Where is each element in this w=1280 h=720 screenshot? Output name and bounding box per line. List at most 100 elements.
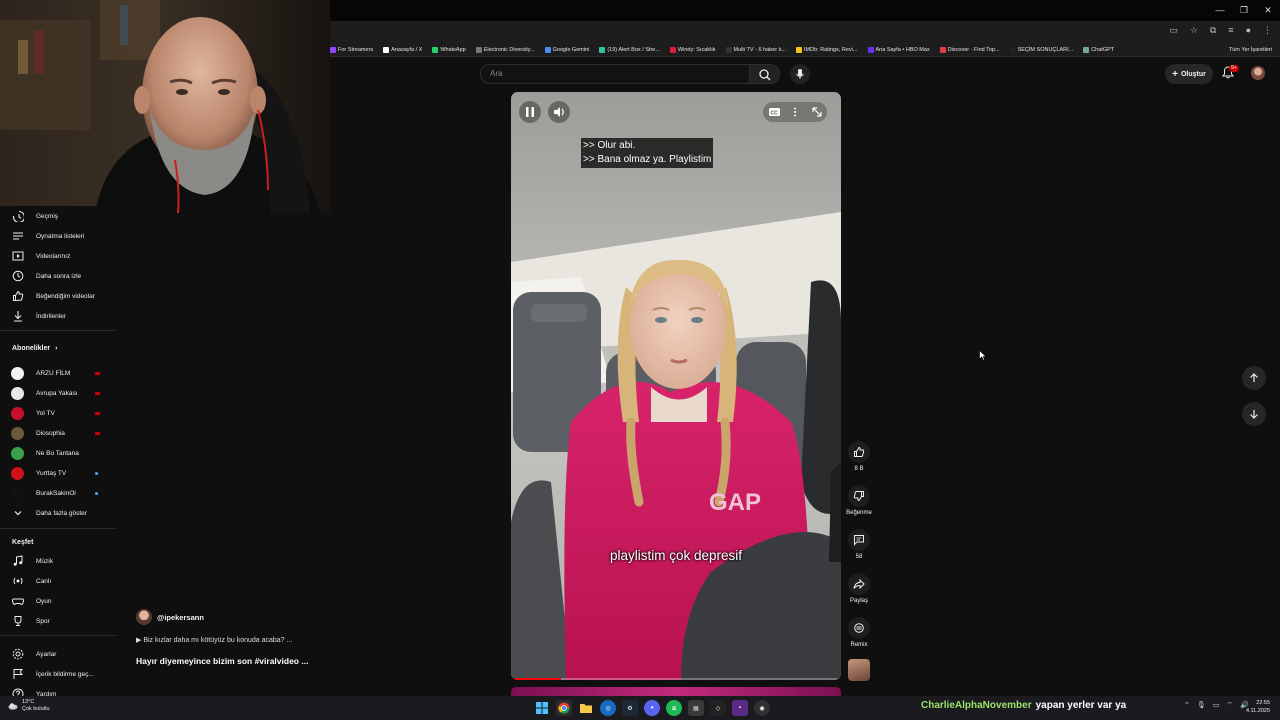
captions-icon[interactable]: CC	[769, 108, 780, 117]
remix-button[interactable]	[848, 617, 870, 639]
install-app-icon[interactable]: ▭	[1169, 25, 1178, 36]
channel-avatar[interactable]	[136, 609, 152, 625]
voice-search-button[interactable]	[790, 64, 810, 84]
obs-icon[interactable]: ◉	[754, 700, 770, 716]
bookmark-item[interactable]: Google Gemini	[544, 46, 589, 53]
sidebar-subscription[interactable]: Ne Bu Tantana	[0, 443, 116, 463]
windows-start-icon[interactable]	[534, 700, 550, 716]
tray-expand-icon[interactable]: ⌃	[1184, 701, 1190, 710]
app-blue-icon[interactable]: ◎	[600, 700, 616, 716]
like-button[interactable]	[848, 441, 870, 463]
extensions-icon[interactable]: ⧉	[1210, 25, 1216, 36]
sidebar-item-gaming[interactable]: Oyun	[0, 591, 116, 611]
show-more-button[interactable]: Daha fazla göster	[0, 503, 116, 523]
comments-button[interactable]	[848, 529, 870, 551]
media-icon[interactable]: ≡	[1228, 25, 1233, 36]
progress-bar[interactable]	[511, 678, 841, 680]
sidebar-item-music[interactable]: Müzik	[0, 551, 116, 571]
bookmark-label: Ana Sayfa • HBO Max	[875, 46, 930, 53]
sidebar-item-watch-later[interactable]: Daha sonra izle	[0, 266, 116, 286]
sidebar-subscription[interactable]: Yol TV	[0, 403, 116, 423]
youtube-header: Ara + Oluştur 9+	[330, 57, 1280, 91]
search-input[interactable]: Ara	[480, 64, 750, 84]
channel-name[interactable]: @ipekersann	[157, 613, 204, 622]
browser-menu-icon[interactable]: ⋮	[1263, 25, 1272, 36]
bookmark-item[interactable]: Discover - Find Top...	[939, 46, 1000, 53]
sidebar-item-your-videos[interactable]: Videolarınız	[0, 246, 116, 266]
remix-action[interactable]: Remix	[846, 617, 872, 648]
discord-icon[interactable]: ◕	[644, 700, 660, 716]
sidebar-item-live[interactable]: Canlı	[0, 571, 116, 591]
sidebar-item-label: Videolarınız	[36, 252, 71, 260]
search-button[interactable]	[750, 64, 780, 84]
app-gray-icon[interactable]: ▤	[688, 700, 704, 716]
short-title[interactable]: Hayır diyemeyince bizim son #viralvideo …	[136, 656, 308, 666]
display-icon[interactable]: ▭	[1213, 701, 1220, 710]
all-bookmarks-button[interactable]: Tüm Yer İşaretleri	[1229, 43, 1272, 56]
chevron-right-icon: ›	[53, 345, 58, 352]
bookmark-item[interactable]: SEÇİM SONUÇLARI...	[1009, 46, 1073, 53]
sidebar-subscription[interactable]: Avrupa Yakası	[0, 383, 116, 403]
maximize-icon[interactable]: ❐	[1232, 0, 1256, 21]
share-icon	[853, 578, 865, 590]
sidebar-item-download[interactable]: İndirilenler	[0, 306, 116, 326]
account-avatar[interactable]	[1251, 66, 1265, 80]
volume-button[interactable]	[548, 101, 570, 123]
bookmark-item[interactable]: Windy: Sıcaklık	[669, 46, 716, 53]
sidebar-item-label: Ne Bu Tantana	[36, 449, 79, 457]
share-action[interactable]: Paylaş	[846, 573, 872, 604]
bookmark-item[interactable]: Anasayfa / X	[383, 46, 422, 53]
create-button[interactable]: + Oluştur	[1165, 64, 1213, 84]
dislike-action[interactable]: Beğenme	[846, 485, 872, 516]
close-icon[interactable]: ✕	[1256, 0, 1280, 21]
weather-widget[interactable]: 13°C Çok bulutlu	[8, 699, 50, 713]
sidebar-subscription[interactable]: ARZU FİLM	[0, 363, 116, 383]
subscriptions-heading[interactable]: Abonelikler ›	[12, 345, 57, 352]
dislike-button[interactable]	[848, 485, 870, 507]
short-channel[interactable]: @ipekersann	[136, 609, 204, 625]
sidebar-item-history[interactable]: Geçmiş	[0, 206, 116, 226]
bookmark-item[interactable]: Electronic Diversity...	[475, 46, 535, 53]
app-dark-icon[interactable]: ◇	[710, 700, 726, 716]
shorts-player[interactable]: GAP CC >> Olur abi. >> Bana olmaz ya. Pla…	[511, 92, 841, 680]
short-description[interactable]: ▶ Biz kızlar daha mı kötüyüz bu konuda a…	[136, 636, 292, 644]
bookmark-item[interactable]: ChatGPT	[1083, 46, 1114, 53]
taskbar-clock[interactable]: 22:55 4.11.2025	[1246, 699, 1270, 715]
fullscreen-icon[interactable]	[812, 107, 822, 117]
sidebar-item-report-history[interactable]: İçerik bildirme geç...	[0, 664, 116, 684]
bookmark-item[interactable]: IMDb: Ratings, Revi...	[796, 46, 858, 53]
burned-in-subtitle: playlistim çok depresif	[609, 548, 743, 563]
network-icon[interactable]: ⌔	[1226, 701, 1233, 710]
bookmark-item[interactable]: Multi TV - 6 haber k...	[725, 46, 786, 53]
next-short-button[interactable]	[1242, 402, 1266, 426]
toolbar-icons: ▭ ☆ ⧉ ≡ ● ⋮	[1169, 25, 1272, 36]
sidebar-subscription[interactable]: Yurttaş TV	[0, 463, 116, 483]
more-options-icon[interactable]	[794, 107, 796, 117]
bookmark-item[interactable]: (19) Alert Box / Stre...	[599, 46, 660, 53]
pause-button[interactable]	[519, 101, 541, 123]
chrome-icon[interactable]	[556, 700, 572, 716]
share-button[interactable]	[848, 573, 870, 595]
sidebar-subscription[interactable]: BurakSakinOl	[0, 483, 116, 503]
sidebar-item-liked-videos[interactable]: Beğendiğim videolar	[0, 286, 116, 306]
bookmark-label: Multi TV - 6 haber k...	[733, 46, 786, 53]
profile-icon[interactable]: ●	[1246, 25, 1251, 36]
sidebar-item-sports[interactable]: Spor	[0, 611, 116, 631]
previous-short-button[interactable]	[1242, 366, 1266, 390]
steam-icon[interactable]: ⚙	[622, 700, 638, 716]
spotify-icon[interactable]: ≋	[666, 700, 682, 716]
bookmark-item[interactable]: Ana Sayfa • HBO Max	[867, 46, 930, 53]
like-action[interactable]: 8 B	[846, 441, 872, 472]
sidebar-subscription[interactable]: Diosophia	[0, 423, 116, 443]
bookmark-item[interactable]: WhatsApp	[432, 46, 466, 53]
bookmark-star-icon[interactable]: ☆	[1190, 25, 1198, 36]
minimize-icon[interactable]: —	[1208, 0, 1232, 21]
app-purple-icon[interactable]: ▪	[732, 700, 748, 716]
sidebar-item-playlist[interactable]: Oynatma listeleri	[0, 226, 116, 246]
microphone-tray-icon[interactable]: 🎙	[1197, 701, 1206, 710]
sidebar-item-settings[interactable]: Ayarlar	[0, 644, 116, 664]
sound-thumbnail[interactable]	[848, 659, 870, 681]
bookmark-item[interactable]: For Streamers	[330, 46, 373, 53]
comment-action[interactable]: 58	[846, 529, 872, 560]
file-explorer-icon[interactable]	[578, 700, 594, 716]
